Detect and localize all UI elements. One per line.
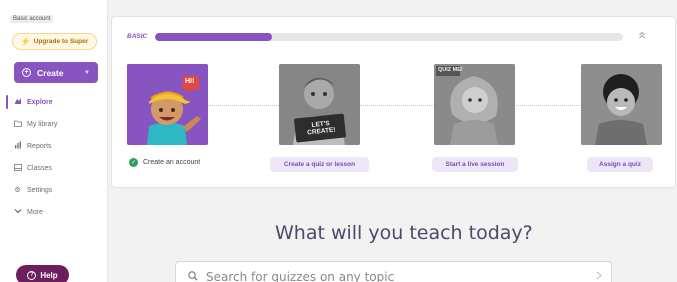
sidebar-item-explore[interactable]: Explore xyxy=(0,91,108,113)
chevron-down-icon xyxy=(13,208,22,216)
create-button[interactable]: + Create ▼ xyxy=(14,62,98,83)
checkmark-icon: ✓ xyxy=(129,158,138,167)
search-icon xyxy=(188,268,198,282)
compass-icon xyxy=(13,97,22,107)
chevron-right-icon xyxy=(596,271,602,282)
create-quiz-button[interactable]: Create a quiz or lesson xyxy=(270,157,369,172)
sidebar-item-label: More xyxy=(27,208,43,216)
hi-badge-text: HI! xyxy=(185,78,195,85)
sidebar-item-label: Settings xyxy=(27,186,53,194)
chevron-down-icon: ▼ xyxy=(84,69,90,76)
sidebar-item-my-library[interactable]: My library xyxy=(0,113,108,135)
reports-icon xyxy=(13,141,22,151)
sidebar-item-classes[interactable]: Classes xyxy=(0,157,108,179)
folder-icon xyxy=(13,120,22,129)
sidebar-item-label: Classes xyxy=(27,164,52,172)
step-label: Start a live session xyxy=(445,161,505,168)
step-label: Assign a quiz xyxy=(599,161,641,168)
step-image-assign-quiz xyxy=(581,64,662,145)
step-image-create-account: HI! xyxy=(127,64,208,145)
step-image-create-quiz: LET'S CREATE! xyxy=(279,64,360,145)
upgrade-button[interactable]: ⚡ Upgrade to Super xyxy=(12,33,97,50)
start-live-session-button[interactable]: Start a live session xyxy=(432,157,518,172)
plus-icon: + xyxy=(22,68,31,77)
onboarding-card: BASIC HI! ✓ Create an account LET'S CREA… xyxy=(111,16,676,188)
assign-quiz-button[interactable]: Assign a quiz xyxy=(587,157,653,172)
account-type-label: Basic account xyxy=(10,15,54,23)
step-label: Create an account xyxy=(143,159,201,166)
lightning-icon: ⚡ xyxy=(20,37,31,46)
search-bar[interactable] xyxy=(175,261,612,282)
search-input[interactable] xyxy=(206,270,576,282)
quiz-me-badge-text: QUIZ ME! xyxy=(438,67,463,73)
sidebar-item-more[interactable]: More xyxy=(0,201,108,223)
sidebar: Basic account ⚡ Upgrade to Super + Creat… xyxy=(0,0,108,282)
step-image-live-session: QUIZ ME! xyxy=(434,64,515,145)
question-icon: ? xyxy=(27,270,37,280)
sidebar-item-label: Explore xyxy=(27,98,53,106)
plan-label: BASIC xyxy=(127,33,148,40)
sidebar-item-label: Reports xyxy=(27,142,52,150)
sidebar-nav: Explore My library Reports Classes ⚙ Set… xyxy=(0,91,108,223)
help-label: Help xyxy=(40,270,58,280)
collapse-icon[interactable] xyxy=(638,31,646,41)
gear-icon: ⚙ xyxy=(14,187,21,194)
sidebar-item-label: My library xyxy=(27,120,58,128)
sidebar-item-reports[interactable]: Reports xyxy=(0,135,108,157)
onboarding-progress-bar xyxy=(155,33,623,41)
classes-icon xyxy=(13,163,22,173)
help-button[interactable]: ? Help xyxy=(16,265,69,282)
create-label: Create xyxy=(37,67,64,78)
progress-fill xyxy=(155,33,272,41)
step-label: Create a quiz or lesson xyxy=(283,161,356,168)
step-create-account: ✓ Create an account xyxy=(129,158,200,167)
step-connector xyxy=(208,105,279,106)
step-connector xyxy=(516,105,581,106)
upgrade-label: Upgrade to Super xyxy=(33,38,89,45)
step-connector xyxy=(360,105,434,106)
sidebar-item-settings[interactable]: ⚙ Settings xyxy=(0,179,108,201)
page-heading: What will you teach today? xyxy=(275,222,533,244)
